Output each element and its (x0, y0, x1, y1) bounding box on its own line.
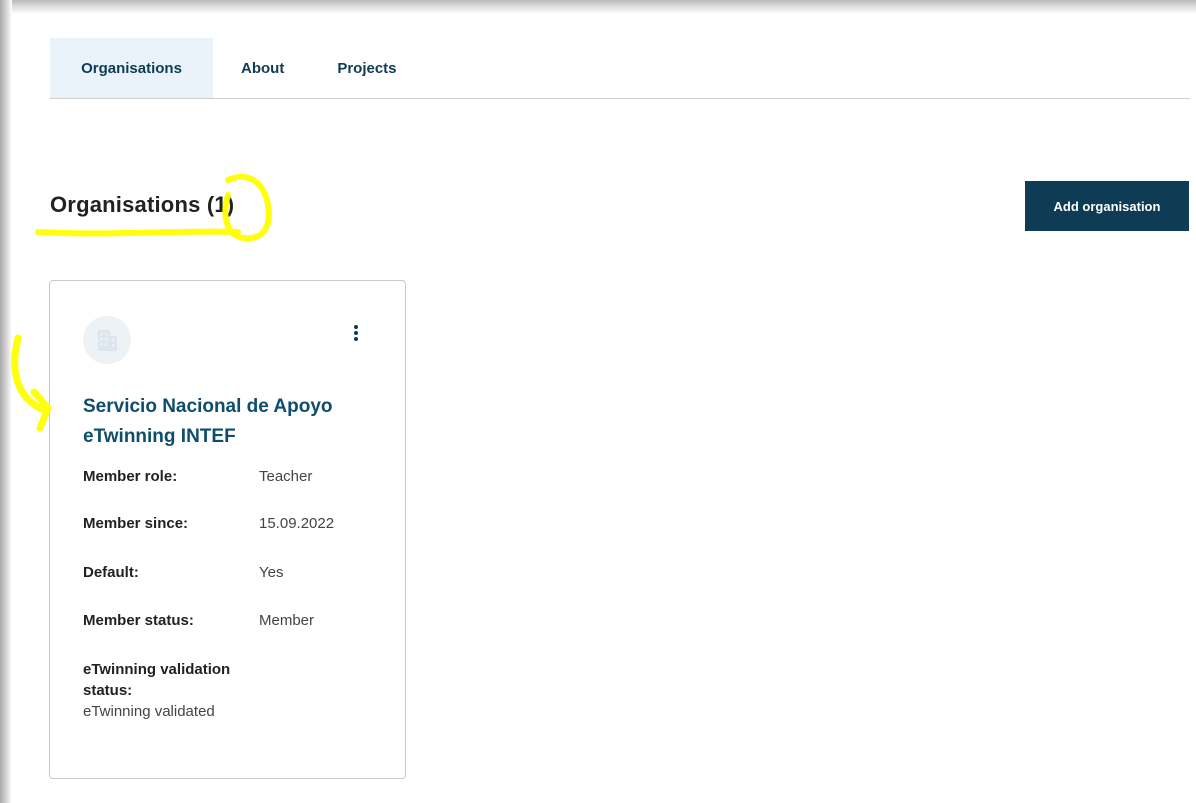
field-label: eTwinning validation status: (83, 661, 231, 699)
tab-organisations[interactable]: Organisations (50, 38, 213, 98)
building-icon (83, 316, 131, 364)
tab-about[interactable]: About (241, 38, 284, 98)
organisation-card: Servicio Nacional de Apoyo eTwinning INT… (49, 280, 406, 779)
field-value: Member (259, 612, 315, 629)
profile-tabs: Organisations About Projects (50, 38, 1190, 99)
field-value: Teacher (259, 468, 313, 485)
field-value: 15.09.2022 (259, 515, 335, 532)
add-organisation-button[interactable]: Add organisation (1025, 181, 1189, 231)
member-role-row: Member role: Teacher (83, 468, 312, 485)
field-value: eTwinning validated (83, 703, 215, 720)
field-label: Default: (83, 564, 139, 581)
validation-status: eTwinning validation status: eTwinning v… (83, 659, 263, 722)
page-title: Organisations (1) (50, 192, 235, 217)
field-label: Member since: (83, 515, 189, 532)
page: Organisations About Projects Organisatio… (0, 0, 1196, 803)
window-shadow-top (0, 0, 1196, 14)
window-shadow-left (0, 0, 12, 803)
field-value: Yes (259, 564, 284, 581)
default-row: Default: Yes (83, 564, 283, 581)
tab-projects[interactable]: Projects (337, 38, 396, 98)
organisation-name-link[interactable]: Servicio Nacional de Apoyo eTwinning INT… (83, 392, 383, 452)
more-vertical-icon[interactable] (345, 321, 367, 345)
member-status-row: Member status: Member (83, 612, 314, 629)
field-label: Member role: (83, 468, 178, 485)
member-since-row: Member since: 15.09.2022 (83, 515, 334, 532)
field-label: Member status: (83, 612, 194, 629)
